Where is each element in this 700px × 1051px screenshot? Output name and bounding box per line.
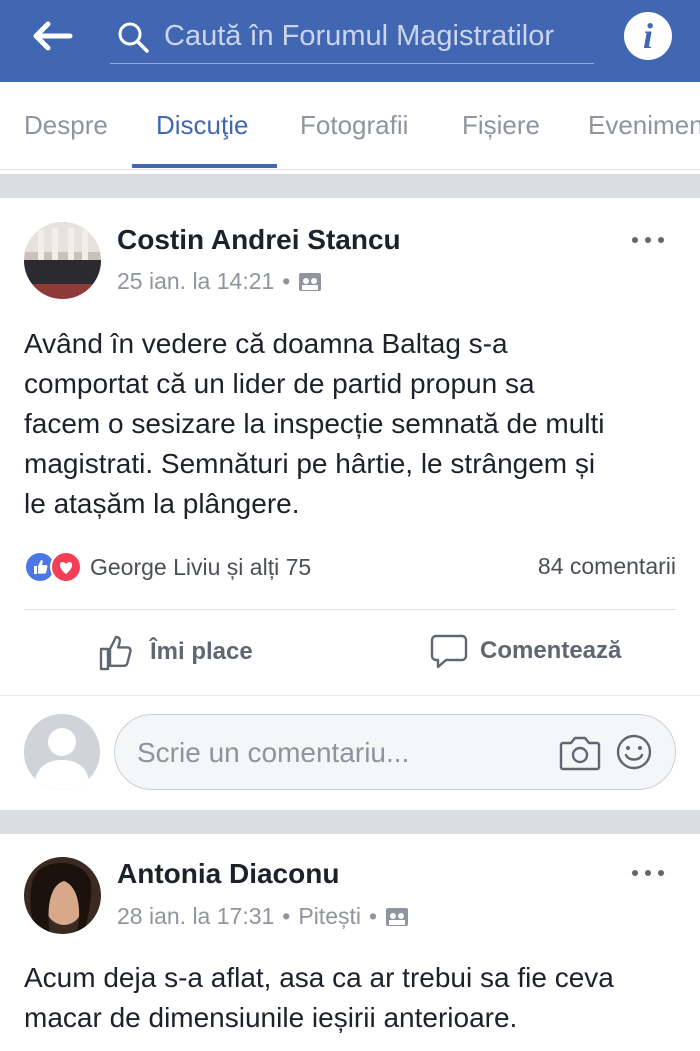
group-privacy-icon bbox=[299, 272, 322, 291]
search-input[interactable] bbox=[164, 16, 584, 56]
post-options-icon[interactable] bbox=[628, 863, 668, 883]
default-user-icon bbox=[24, 714, 100, 790]
post-line: le atașăm la plângere. bbox=[24, 488, 300, 519]
post-time[interactable]: 28 ian. la 17:31 bbox=[117, 903, 274, 930]
post-line: facem o sesizare la inspecție semnată de… bbox=[24, 408, 605, 439]
group-privacy-icon bbox=[386, 907, 409, 926]
search-icon bbox=[118, 22, 149, 53]
comments-count-link[interactable]: 84 comentarii bbox=[538, 553, 676, 580]
comment-bubble-icon bbox=[430, 634, 468, 669]
comment-button[interactable]: Comentează bbox=[430, 632, 621, 670]
info-button[interactable]: i bbox=[624, 12, 672, 60]
camera-icon[interactable] bbox=[559, 735, 601, 771]
group-tabs: Despre Discuţie Fotografii Fișiere Eveni… bbox=[0, 82, 700, 170]
post-meta: 28 ian. la 17:31 • Pitești • bbox=[117, 903, 409, 930]
love-reaction-icon bbox=[50, 551, 82, 583]
post-body: Având în vedere că doamna Baltag s-a com… bbox=[24, 324, 680, 524]
section-divider bbox=[0, 810, 700, 834]
current-user-avatar bbox=[24, 714, 100, 790]
meta-separator: • bbox=[282, 903, 291, 929]
post-meta: 25 ian. la 14:21 • bbox=[117, 268, 322, 295]
profile-photo-image bbox=[24, 857, 101, 934]
post-author[interactable]: Antonia Diaconu bbox=[117, 858, 339, 890]
info-icon: i bbox=[642, 16, 653, 56]
like-button[interactable]: Îmi place bbox=[98, 632, 253, 672]
post-line: Acum deja s-a aflat, asa ca ar trebui sa… bbox=[24, 962, 614, 993]
tab-events[interactable]: Evenimente bbox=[588, 110, 700, 141]
post-line: Având în vedere că doamna Baltag s-a bbox=[24, 328, 508, 359]
divider bbox=[0, 695, 700, 696]
search-box[interactable] bbox=[110, 12, 594, 64]
author-avatar[interactable] bbox=[24, 857, 101, 934]
tab-photos[interactable]: Fotografii bbox=[300, 110, 408, 141]
reactions-names: George Liviu și alți 75 bbox=[90, 553, 312, 580]
post-options-icon[interactable] bbox=[628, 230, 668, 250]
arrow-left-icon bbox=[33, 21, 73, 51]
back-button[interactable] bbox=[30, 20, 76, 52]
comment-label: Comentează bbox=[480, 637, 622, 664]
comment-input[interactable] bbox=[137, 733, 537, 773]
post-author[interactable]: Costin Andrei Stancu bbox=[117, 224, 401, 256]
post-line: magistrati. Semnături pe hârtie, le strâ… bbox=[24, 448, 596, 479]
post-body: Acum deja s-a aflat, asa ca ar trebui sa… bbox=[24, 958, 680, 1038]
post-time[interactable]: 25 ian. la 14:21 bbox=[117, 268, 274, 295]
thumbs-up-icon bbox=[99, 635, 132, 671]
post-location[interactable]: Pitești bbox=[298, 903, 361, 930]
tab-about[interactable]: Despre bbox=[24, 110, 108, 141]
active-tab-indicator bbox=[132, 164, 277, 168]
comment-composer[interactable] bbox=[114, 714, 676, 790]
top-bar: i bbox=[0, 0, 700, 82]
post-line: macar de dimensiunile ieșirii anterioare… bbox=[24, 1002, 518, 1033]
divider bbox=[24, 609, 676, 610]
author-avatar[interactable] bbox=[24, 222, 101, 299]
meta-separator: • bbox=[282, 268, 291, 294]
group-photo-image bbox=[24, 222, 101, 299]
reactions-summary[interactable]: George Liviu și alți 75 bbox=[24, 550, 311, 584]
section-divider bbox=[0, 174, 700, 198]
tab-discussion[interactable]: Discuţie bbox=[156, 110, 248, 141]
like-label: Îmi place bbox=[150, 638, 253, 665]
meta-separator: • bbox=[369, 903, 378, 929]
tab-files[interactable]: Fișiere bbox=[462, 110, 540, 141]
emoji-icon[interactable] bbox=[615, 733, 653, 771]
post-line: comportat că un lider de partid propun s… bbox=[24, 368, 535, 399]
